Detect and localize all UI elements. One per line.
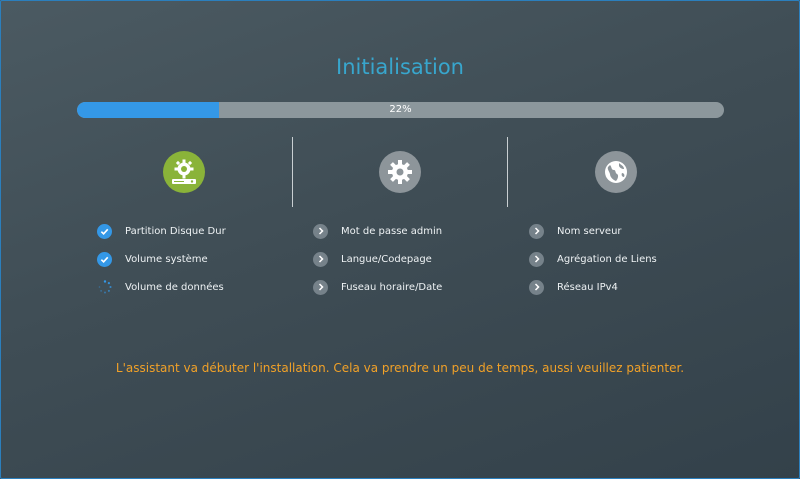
chevron-right-icon (529, 279, 544, 295)
list-item: Mot de passe admin (313, 222, 442, 240)
list-item: Langue/Codepage (313, 250, 432, 268)
gear-icon (379, 151, 421, 193)
loading-spinner-icon (97, 280, 112, 295)
step-label: Nom serveur (557, 225, 622, 237)
list-item: Volume de données (97, 278, 224, 296)
chevron-right-icon (313, 223, 328, 239)
list-item: Réseau IPv4 (529, 278, 618, 296)
step-label: Réseau IPv4 (557, 281, 618, 293)
check-icon (97, 251, 112, 267)
list-item: Partition Disque Dur (97, 222, 226, 240)
globe-icon (595, 151, 637, 193)
step-label: Volume système (125, 253, 208, 265)
chevron-right-icon (529, 223, 544, 239)
status-message: L'assistant va débuter l'installation. C… (115, 361, 685, 375)
page-title: Initialisation (336, 55, 464, 79)
list-item: Nom serveur (529, 222, 622, 240)
step-label: Partition Disque Dur (125, 225, 226, 237)
step-label: Mot de passe admin (341, 225, 443, 237)
check-icon (97, 223, 112, 239)
step-label: Volume de données (125, 281, 224, 293)
list-item: Fuseau horaire/Date (313, 278, 442, 296)
divider (507, 137, 508, 207)
chevron-right-icon (313, 251, 328, 267)
progress-bar: 22% (77, 102, 724, 118)
divider (292, 137, 293, 207)
step-label: Langue/Codepage (341, 253, 432, 265)
step-label: Fuseau horaire/Date (341, 281, 443, 293)
disk-gear-icon (163, 151, 205, 193)
chevron-right-icon (313, 279, 328, 295)
chevron-right-icon (529, 251, 544, 267)
progress-percent: 22% (389, 104, 412, 115)
step-label: Agrégation de Liens (557, 253, 657, 265)
list-item: Agrégation de Liens (529, 250, 657, 268)
list-item: Volume système (97, 250, 208, 268)
